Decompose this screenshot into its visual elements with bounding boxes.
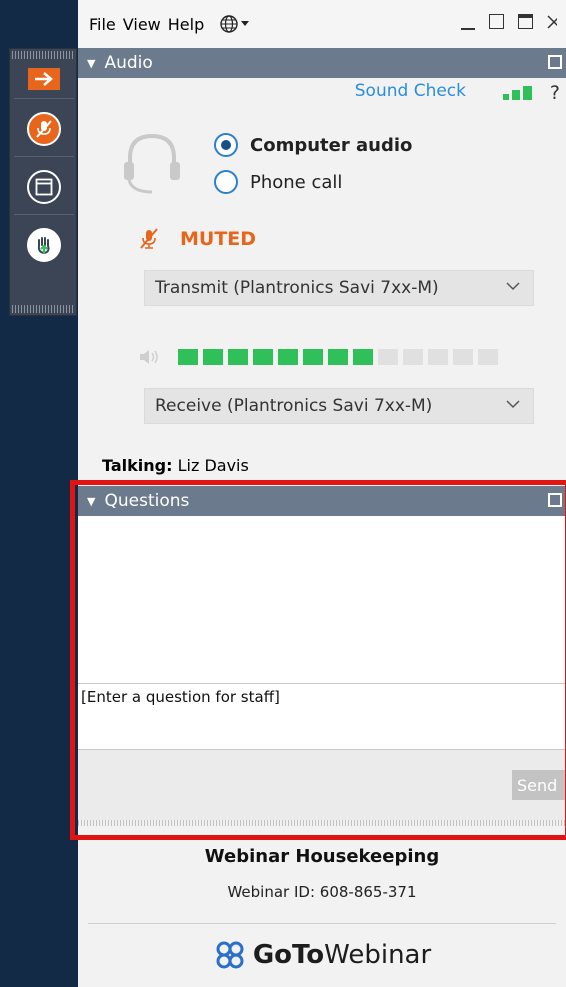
brand-goto: GoTo [252, 940, 325, 970]
gotowebinar-logo: GoTo Webinar [78, 938, 566, 972]
collapse-triangle-icon: ▼ [87, 56, 96, 70]
maximize-icon[interactable] [489, 14, 504, 29]
questions-panel-header[interactable]: ▼ Questions [78, 486, 566, 516]
caret-down-icon [241, 21, 250, 26]
muted-microphone-icon [27, 111, 61, 146]
receive-device-select[interactable]: Receive (Plantronics Savi 7xx-M) [144, 388, 534, 424]
level-bar [428, 349, 448, 365]
question-input[interactable] [78, 684, 566, 750]
questions-panel-title: Questions [104, 491, 190, 511]
brand-webinar: Webinar [324, 940, 432, 970]
phone-call-option[interactable]: Phone call [214, 170, 342, 194]
window-button[interactable] [14, 159, 74, 215]
gotowebinar-logo-icon [216, 941, 244, 969]
questions-log [78, 516, 566, 684]
minimize-icon[interactable] [461, 14, 475, 30]
signal-bars-icon [503, 86, 532, 100]
window-controls [461, 14, 564, 30]
language-menu[interactable] [219, 14, 250, 34]
resize-grip[interactable] [78, 820, 566, 826]
level-bar [453, 349, 473, 365]
menu-bar: File View Help [78, 0, 566, 48]
webinar-window: File View Help ▼ Audio Sound Check ? Com… [78, 0, 566, 987]
receive-device-value: Receive (Plantronics Savi 7xx-M) [155, 396, 433, 416]
webinar-info: Webinar Housekeeping Webinar ID: 608-865… [78, 844, 566, 972]
popout-panel-icon[interactable] [548, 55, 562, 69]
talking-label: Talking: [102, 456, 173, 475]
mute-status: MUTED [140, 228, 256, 250]
popout-icon[interactable] [518, 14, 533, 29]
level-bar [228, 349, 248, 365]
divider [88, 923, 556, 924]
toolbar-grip-bottom[interactable] [12, 305, 74, 313]
level-bars [178, 349, 498, 365]
menu-help[interactable]: Help [168, 15, 204, 34]
level-bar [478, 349, 498, 365]
questions-panel: ▼ Questions Send [78, 486, 566, 826]
level-bar [278, 349, 298, 365]
transmit-device-value: Transmit (Plantronics Savi 7xx-M) [155, 278, 439, 298]
level-bar [303, 349, 323, 365]
level-bar [253, 349, 273, 365]
level-bar [328, 349, 348, 365]
expand-button[interactable] [14, 59, 74, 99]
muted-label: MUTED [180, 228, 257, 250]
control-toolbar [9, 48, 77, 316]
computer-audio-option[interactable]: Computer audio [214, 133, 412, 157]
webinar-title: Webinar Housekeeping [204, 846, 440, 867]
raise-hand-button[interactable] [14, 217, 74, 273]
computer-audio-label: Computer audio [250, 134, 413, 156]
globe-icon [220, 15, 238, 33]
output-level-meter [138, 348, 498, 366]
popout-panel-icon[interactable] [548, 493, 562, 507]
level-bar [353, 349, 373, 365]
collapse-triangle-icon: ▼ [87, 494, 96, 508]
webinar-id: Webinar ID: 608-865-371 [227, 883, 417, 901]
computer-audio-radio[interactable] [214, 133, 238, 157]
mute-toggle-button[interactable] [14, 101, 74, 157]
chevron-down-icon [506, 400, 520, 409]
level-bar [203, 349, 223, 365]
raise-hand-icon [27, 228, 61, 262]
transmit-device-select[interactable]: Transmit (Plantronics Savi 7xx-M) [144, 270, 534, 306]
headset-icon [124, 133, 180, 194]
talking-indicator: Talking: Liz Davis [102, 456, 249, 475]
audio-panel: Sound Check ? Computer audio Phone call … [78, 78, 566, 486]
toolbar-grip[interactable] [12, 51, 74, 59]
chevron-down-icon [506, 282, 520, 291]
phone-call-radio[interactable] [214, 170, 238, 194]
send-row: Send [78, 750, 566, 820]
arrow-right-icon [28, 67, 60, 90]
sound-check-link[interactable]: Sound Check [355, 81, 466, 101]
help-icon[interactable]: ? [550, 82, 560, 104]
menu-file[interactable]: File [89, 15, 116, 34]
speaker-icon [140, 350, 158, 364]
level-bar [178, 349, 198, 365]
talking-name: Liz Davis [177, 456, 249, 475]
window-icon [27, 169, 61, 204]
send-button[interactable]: Send [512, 770, 566, 800]
muted-microphone-icon [140, 228, 158, 249]
level-bar [378, 349, 398, 365]
menu-view[interactable]: View [123, 15, 161, 34]
audio-panel-header[interactable]: ▼ Audio [78, 48, 566, 78]
phone-call-label: Phone call [250, 171, 343, 193]
close-icon[interactable] [547, 14, 557, 30]
level-bar [403, 349, 423, 365]
audio-panel-title: Audio [104, 53, 153, 73]
